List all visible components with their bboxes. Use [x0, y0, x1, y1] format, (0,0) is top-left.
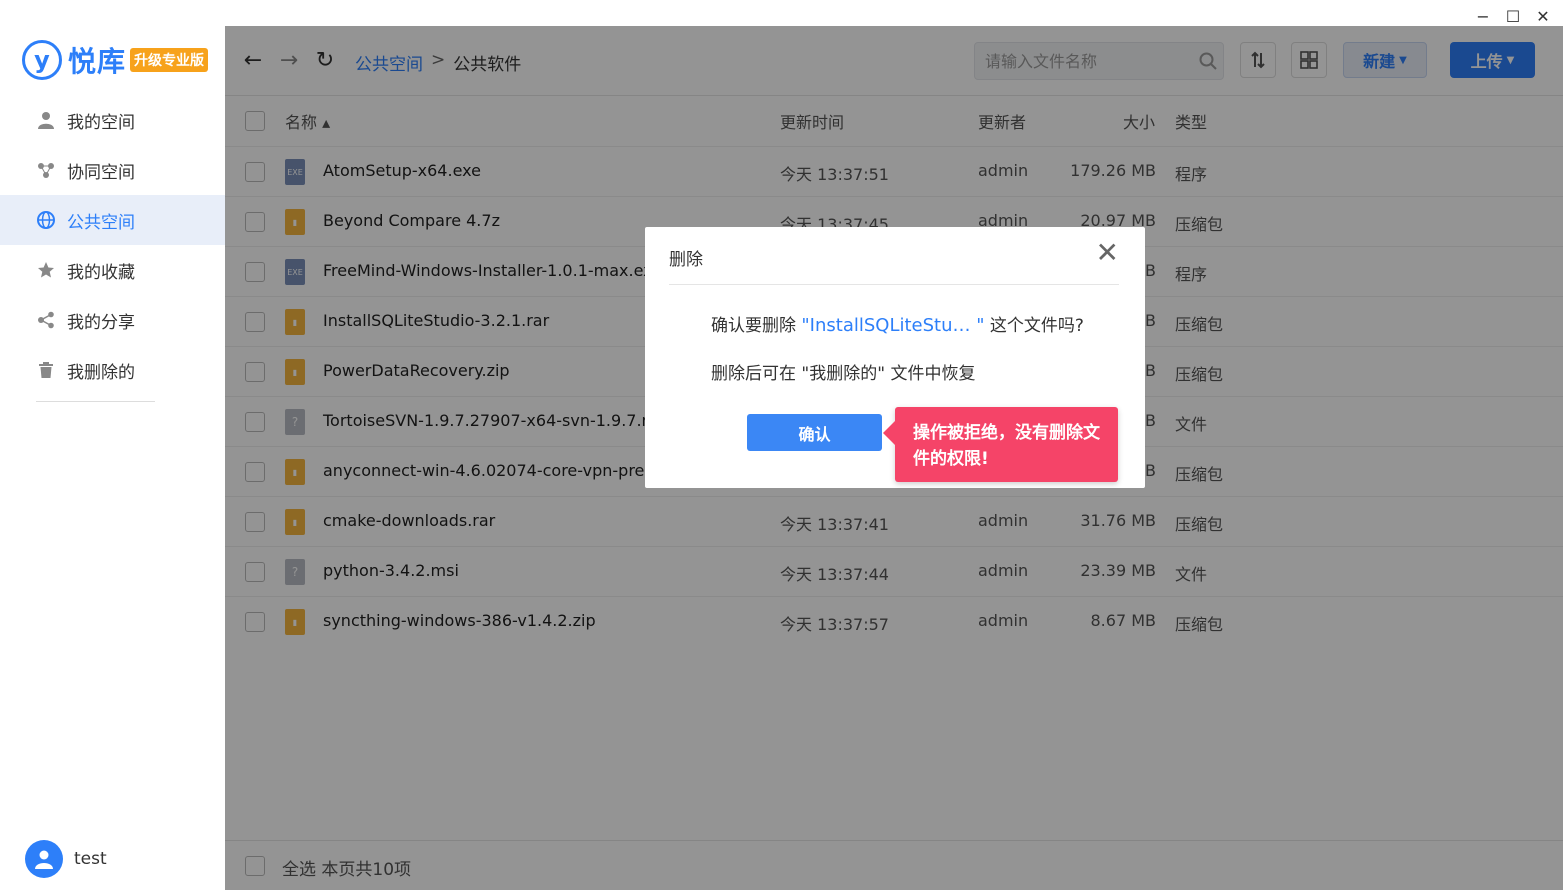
avatar[interactable]: [25, 840, 63, 878]
sidebar-item-collab-space[interactable]: 协同空间: [0, 145, 225, 195]
sidebar-item-label: 我删除的: [67, 362, 135, 383]
sidebar-item-deleted[interactable]: 我删除的: [0, 345, 225, 395]
sidebar-item-label: 我的收藏: [67, 262, 135, 283]
sidebar-item-label: 公共空间: [67, 212, 135, 233]
share-icon: [36, 310, 56, 330]
upgrade-badge[interactable]: 升级专业版: [130, 48, 209, 72]
error-toast: 操作被拒绝，没有删除文件的权限!: [883, 407, 1118, 482]
network-icon: [36, 160, 56, 180]
sidebar-item-label: 协同空间: [67, 162, 135, 183]
logo: y 悦库 升级专业版: [22, 40, 209, 80]
dialog-divider: [669, 284, 1119, 285]
sidebar-item-label: 我的空间: [67, 112, 135, 133]
confirm-button[interactable]: 确认: [747, 414, 882, 451]
close-icon[interactable]: ✕: [1096, 239, 1119, 267]
message-prefix: 确认要删除: [711, 316, 802, 336]
message-suffix: 这个文件吗?: [984, 316, 1084, 336]
user-icon: [35, 850, 53, 869]
sidebar-nav: 我的空间 协同空间 公共空间 我的收藏 我的分享 我删除的: [0, 95, 225, 395]
sidebar-item-public-space[interactable]: 公共空间: [0, 195, 225, 245]
maximize-button[interactable]: ☐: [1503, 8, 1523, 26]
person-icon: [36, 110, 56, 130]
logo-icon: y: [22, 40, 62, 80]
user-profile[interactable]: test: [25, 840, 107, 878]
dialog-file-name: "InstallSQLiteStu… ": [801, 315, 985, 336]
star-icon: [36, 260, 56, 280]
logo-text: 悦库: [68, 45, 127, 78]
trash-icon: [36, 360, 56, 380]
user-name: test: [74, 849, 107, 869]
close-window-button[interactable]: ✕: [1533, 8, 1553, 26]
dialog-confirm-message: 确认要删除 "InstallSQLiteStu… " 这个文件吗?: [711, 311, 1084, 336]
window-titlebar: − ☐ ✕: [1363, 0, 1563, 26]
dialog-title: 删除: [669, 250, 703, 270]
sidebar-item-my-space[interactable]: 我的空间: [0, 95, 225, 145]
sidebar: y 悦库 升级专业版 我的空间 协同空间 公共空间 我的收藏 我的分享 我删除的…: [0, 0, 225, 890]
sidebar-item-label: 我的分享: [67, 312, 135, 333]
globe-icon: [36, 210, 56, 230]
minimize-button[interactable]: −: [1473, 8, 1493, 26]
dialog-restore-note: 删除后可在 "我删除的" 文件中恢复: [711, 364, 976, 384]
sidebar-divider: [36, 401, 155, 402]
sidebar-item-shares[interactable]: 我的分享: [0, 295, 225, 345]
sidebar-item-favorites[interactable]: 我的收藏: [0, 245, 225, 295]
